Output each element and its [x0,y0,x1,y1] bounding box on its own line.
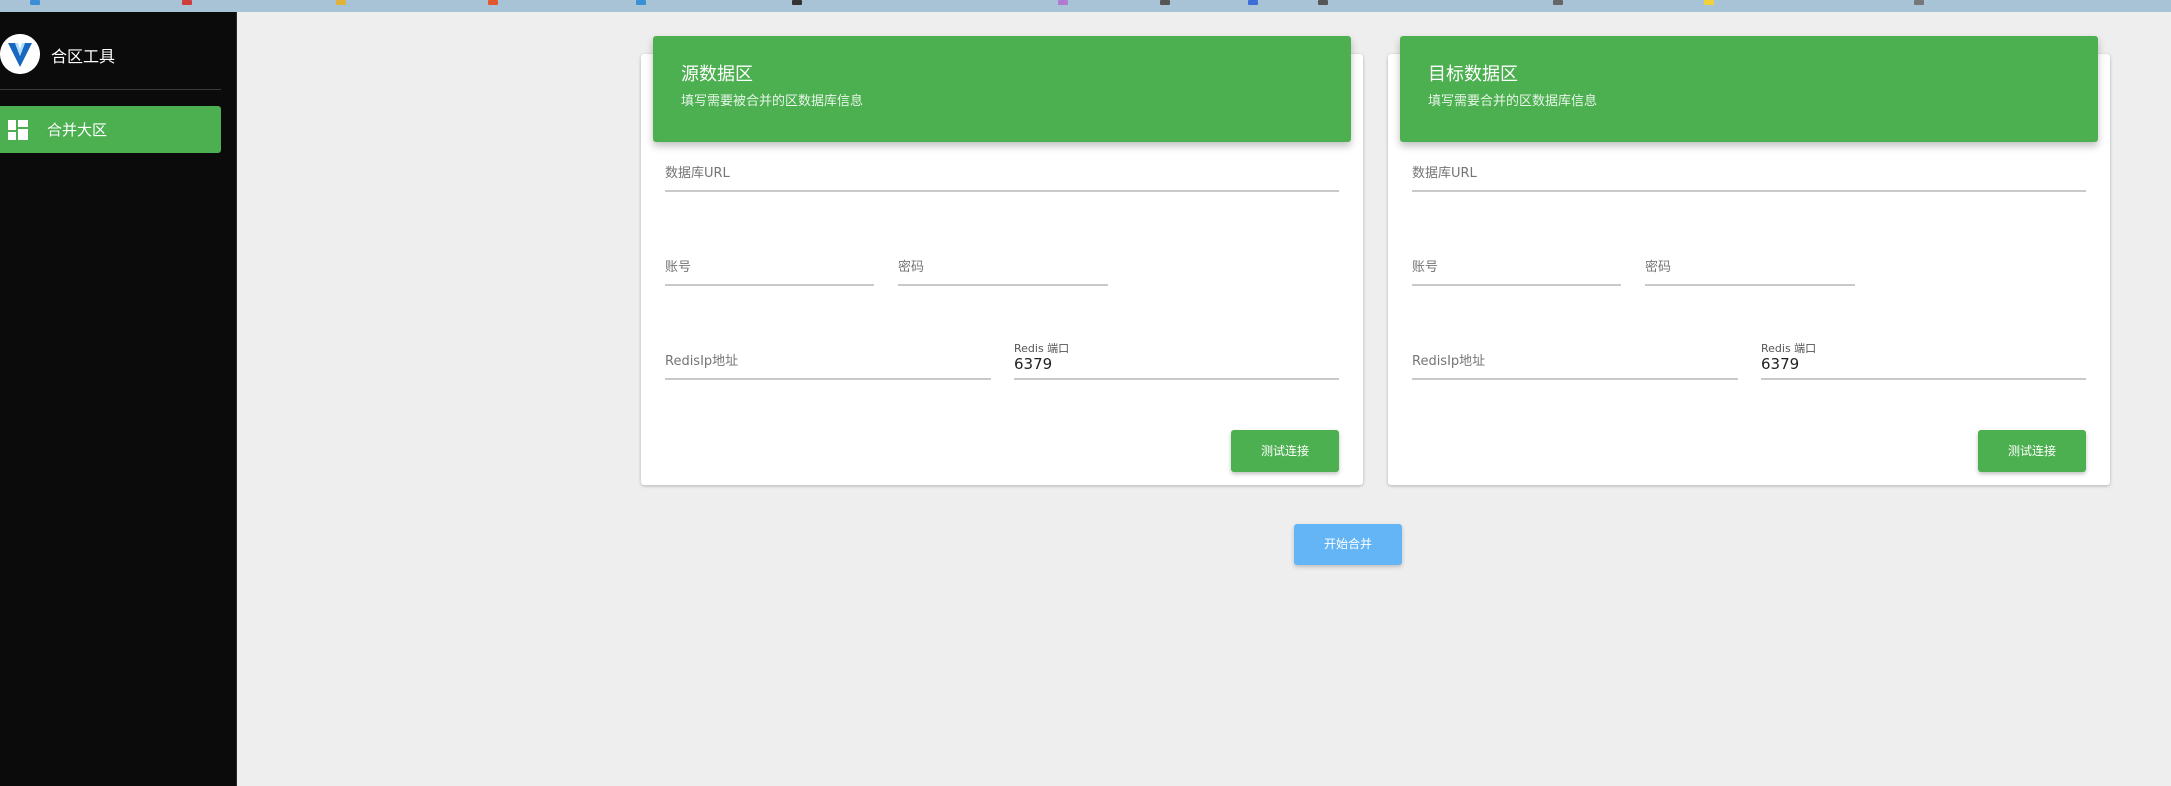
card-subtitle: 填写需要被合并的区数据库信息 [681,94,864,109]
vuetify-logo-icon [0,34,40,74]
password-placeholder: 密码 [1645,260,1672,275]
redis-port-field[interactable]: Redis 端口 6379 [1014,340,1339,380]
password-placeholder: 密码 [898,260,925,275]
input-underline [1761,378,2086,380]
account-field[interactable]: 账号 [1412,254,1621,286]
account-placeholder: 账号 [1412,260,1439,275]
card-subtitle: 填写需要合并的区数据库信息 [1428,94,1598,109]
input-underline [1412,284,1621,286]
redis-port-field[interactable]: Redis 端口 6379 [1761,340,2086,380]
dashboard-icon [8,120,28,140]
account-placeholder: 账号 [665,260,692,275]
test-connection-button[interactable]: 测试连接 [1978,430,2086,472]
redis-port-label: Redis 端口 [1761,342,1817,355]
db-url-placeholder: 数据库URL [1412,166,1477,181]
input-underline [665,284,874,286]
card-header: 源数据区 填写需要被合并的区数据库信息 [653,36,1351,142]
password-field[interactable]: 密码 [898,254,1108,286]
input-underline [1645,284,1855,286]
start-merge-button[interactable]: 开始合并 [1294,524,1402,565]
password-field[interactable]: 密码 [1645,254,1855,286]
input-underline [898,284,1108,286]
redis-port-label: Redis 端口 [1014,342,1070,355]
card-title: 源数据区 [681,64,753,85]
sidebar-item-merge-zones[interactable]: 合并大区 [0,106,221,153]
redis-ip-field[interactable]: RedisIp地址 [665,348,991,380]
source-data-card: 源数据区 填写需要被合并的区数据库信息 数据库URL 账号 密码 RedisIp… [641,36,1363,485]
card-title: 目标数据区 [1428,64,1518,85]
sidebar: 合区工具 合并大区 [0,12,237,786]
redis-ip-placeholder: RedisIp地址 [665,354,739,369]
sidebar-item-label: 合并大区 [47,121,108,139]
input-underline [665,190,1339,192]
input-underline [1014,378,1339,380]
target-data-card: 目标数据区 填写需要合并的区数据库信息 数据库URL 账号 密码 RedisIp… [1388,36,2110,485]
account-field[interactable]: 账号 [665,254,874,286]
input-underline [665,378,991,380]
redis-port-value: 6379 [1014,355,1053,373]
redis-port-value: 6379 [1761,355,1800,373]
input-underline [1412,378,1738,380]
brand[interactable]: 合区工具 [0,34,236,74]
test-connection-button[interactable]: 测试连接 [1231,430,1339,472]
sidebar-divider [0,89,221,90]
db-url-field[interactable]: 数据库URL [1412,160,2086,192]
db-url-field[interactable]: 数据库URL [665,160,1339,192]
app-title: 合区工具 [51,47,116,66]
card-header: 目标数据区 填写需要合并的区数据库信息 [1400,36,2098,142]
redis-ip-field[interactable]: RedisIp地址 [1412,348,1738,380]
input-underline [1412,190,2086,192]
redis-ip-placeholder: RedisIp地址 [1412,354,1486,369]
db-url-placeholder: 数据库URL [665,166,730,181]
browser-bookmark-strip [0,0,2171,12]
